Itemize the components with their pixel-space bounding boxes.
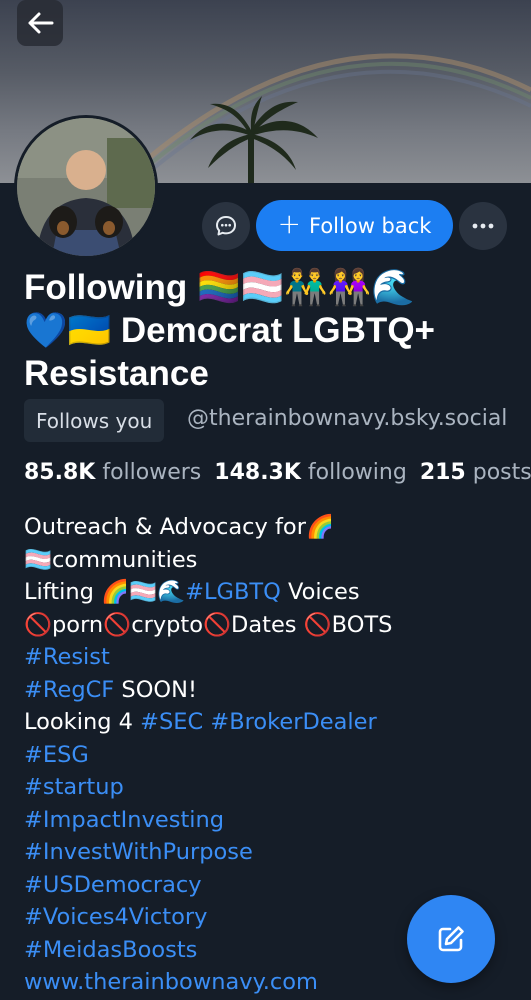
posts-count: 215 — [419, 460, 466, 485]
bio-text: Voices — [280, 579, 360, 605]
display-name: Following 🏳️‍🌈🏳️‍⚧️👬👭🌊 💙🇺🇦 Democrat LGBT… — [24, 266, 524, 395]
hashtag-link[interactable]: #LGBTQ — [185, 579, 281, 605]
more-horizontal-icon — [472, 223, 494, 229]
following-stat[interactable]: 148.3K following — [214, 460, 407, 485]
hashtag-link[interactable]: #BrokerDealer — [210, 709, 376, 735]
bio-line: Looking 4 #SEC #BrokerDealer — [24, 706, 531, 739]
hashtag-link[interactable]: #ImpactInvesting — [24, 807, 224, 833]
hashtag-link[interactable]: #USDemocracy — [24, 872, 202, 898]
display-name-line-1: Following 🏳️‍🌈🏳️‍⚧️👬👭🌊 — [24, 268, 415, 307]
bio-text: Looking 4 — [24, 709, 141, 735]
hashtag-link[interactable]: #startup — [24, 774, 124, 800]
followers-stat[interactable]: 85.8K followers — [24, 460, 201, 485]
more-options-button[interactable] — [459, 202, 507, 250]
hashtag-link[interactable]: #MeidasBoosts — [24, 937, 197, 963]
avatar[interactable] — [14, 115, 158, 259]
display-name-line-2: 💙🇺🇦 Democrat LGBTQ+ — [24, 311, 435, 350]
bio-line: #Resist — [24, 641, 531, 674]
profile-handle: @therainbownavy.bsky.social — [187, 406, 508, 431]
edit-pencil-icon — [438, 926, 464, 952]
follow-back-button[interactable]: + Follow back — [256, 200, 453, 251]
hashtag-link[interactable]: #Resist — [24, 644, 110, 670]
posts-stat: 215 posts — [420, 460, 531, 485]
bio-text: Lifting 🌈🏳️‍⚧️🌊 — [24, 579, 186, 605]
following-label: following — [307, 460, 407, 485]
plus-icon: + — [277, 207, 301, 240]
following-count: 148.3K — [214, 460, 301, 485]
bio-line: #InvestWithPurpose — [24, 836, 531, 869]
bio-line: #startup — [24, 771, 531, 804]
hashtag-link[interactable]: #ESG — [24, 742, 89, 768]
bio-text: SOON! — [114, 676, 197, 703]
follows-you-label: Follows you — [36, 408, 153, 433]
hashtag-link[interactable]: #RegCF — [24, 677, 114, 703]
message-button[interactable] — [202, 202, 250, 250]
arrow-left-icon — [28, 12, 54, 34]
website-link[interactable]: www.therainbownavy.com — [24, 969, 318, 995]
hashtag-link[interactable]: #InvestWithPurpose — [24, 839, 253, 865]
follow-back-label: Follow back — [309, 213, 432, 238]
hashtag-link[interactable]: #Voices4Victory — [24, 904, 207, 930]
hashtag-link[interactable]: #SEC — [140, 709, 203, 735]
bio-line: #RegCF SOON! — [24, 674, 531, 707]
bio-line: 🏳️‍⚧️communities — [24, 546, 198, 573]
bio-line: Lifting 🌈🏳️‍⚧️🌊#LGBTQ Voices — [24, 576, 531, 609]
display-name-line-3: Resistance — [24, 354, 209, 393]
followers-label: followers — [102, 460, 202, 485]
bio-line: 🚫porn🚫crypto🚫Dates 🚫BOTS — [24, 611, 393, 638]
chat-bubble-icon — [216, 216, 236, 236]
bio-line: #ESG — [24, 739, 531, 772]
posts-label: posts — [472, 460, 531, 485]
follows-you-badge: Follows you — [24, 399, 165, 442]
bio-line: Outreach & Advocacy for🌈 — [24, 514, 334, 540]
followers-count: 85.8K — [24, 460, 96, 485]
profile-stats: 85.8K followers 148.3K following 215 posts — [24, 460, 531, 485]
back-button[interactable] — [17, 0, 63, 46]
compose-button[interactable] — [407, 895, 495, 983]
bio-line: #ImpactInvesting — [24, 804, 531, 837]
avatar-image — [17, 118, 155, 256]
